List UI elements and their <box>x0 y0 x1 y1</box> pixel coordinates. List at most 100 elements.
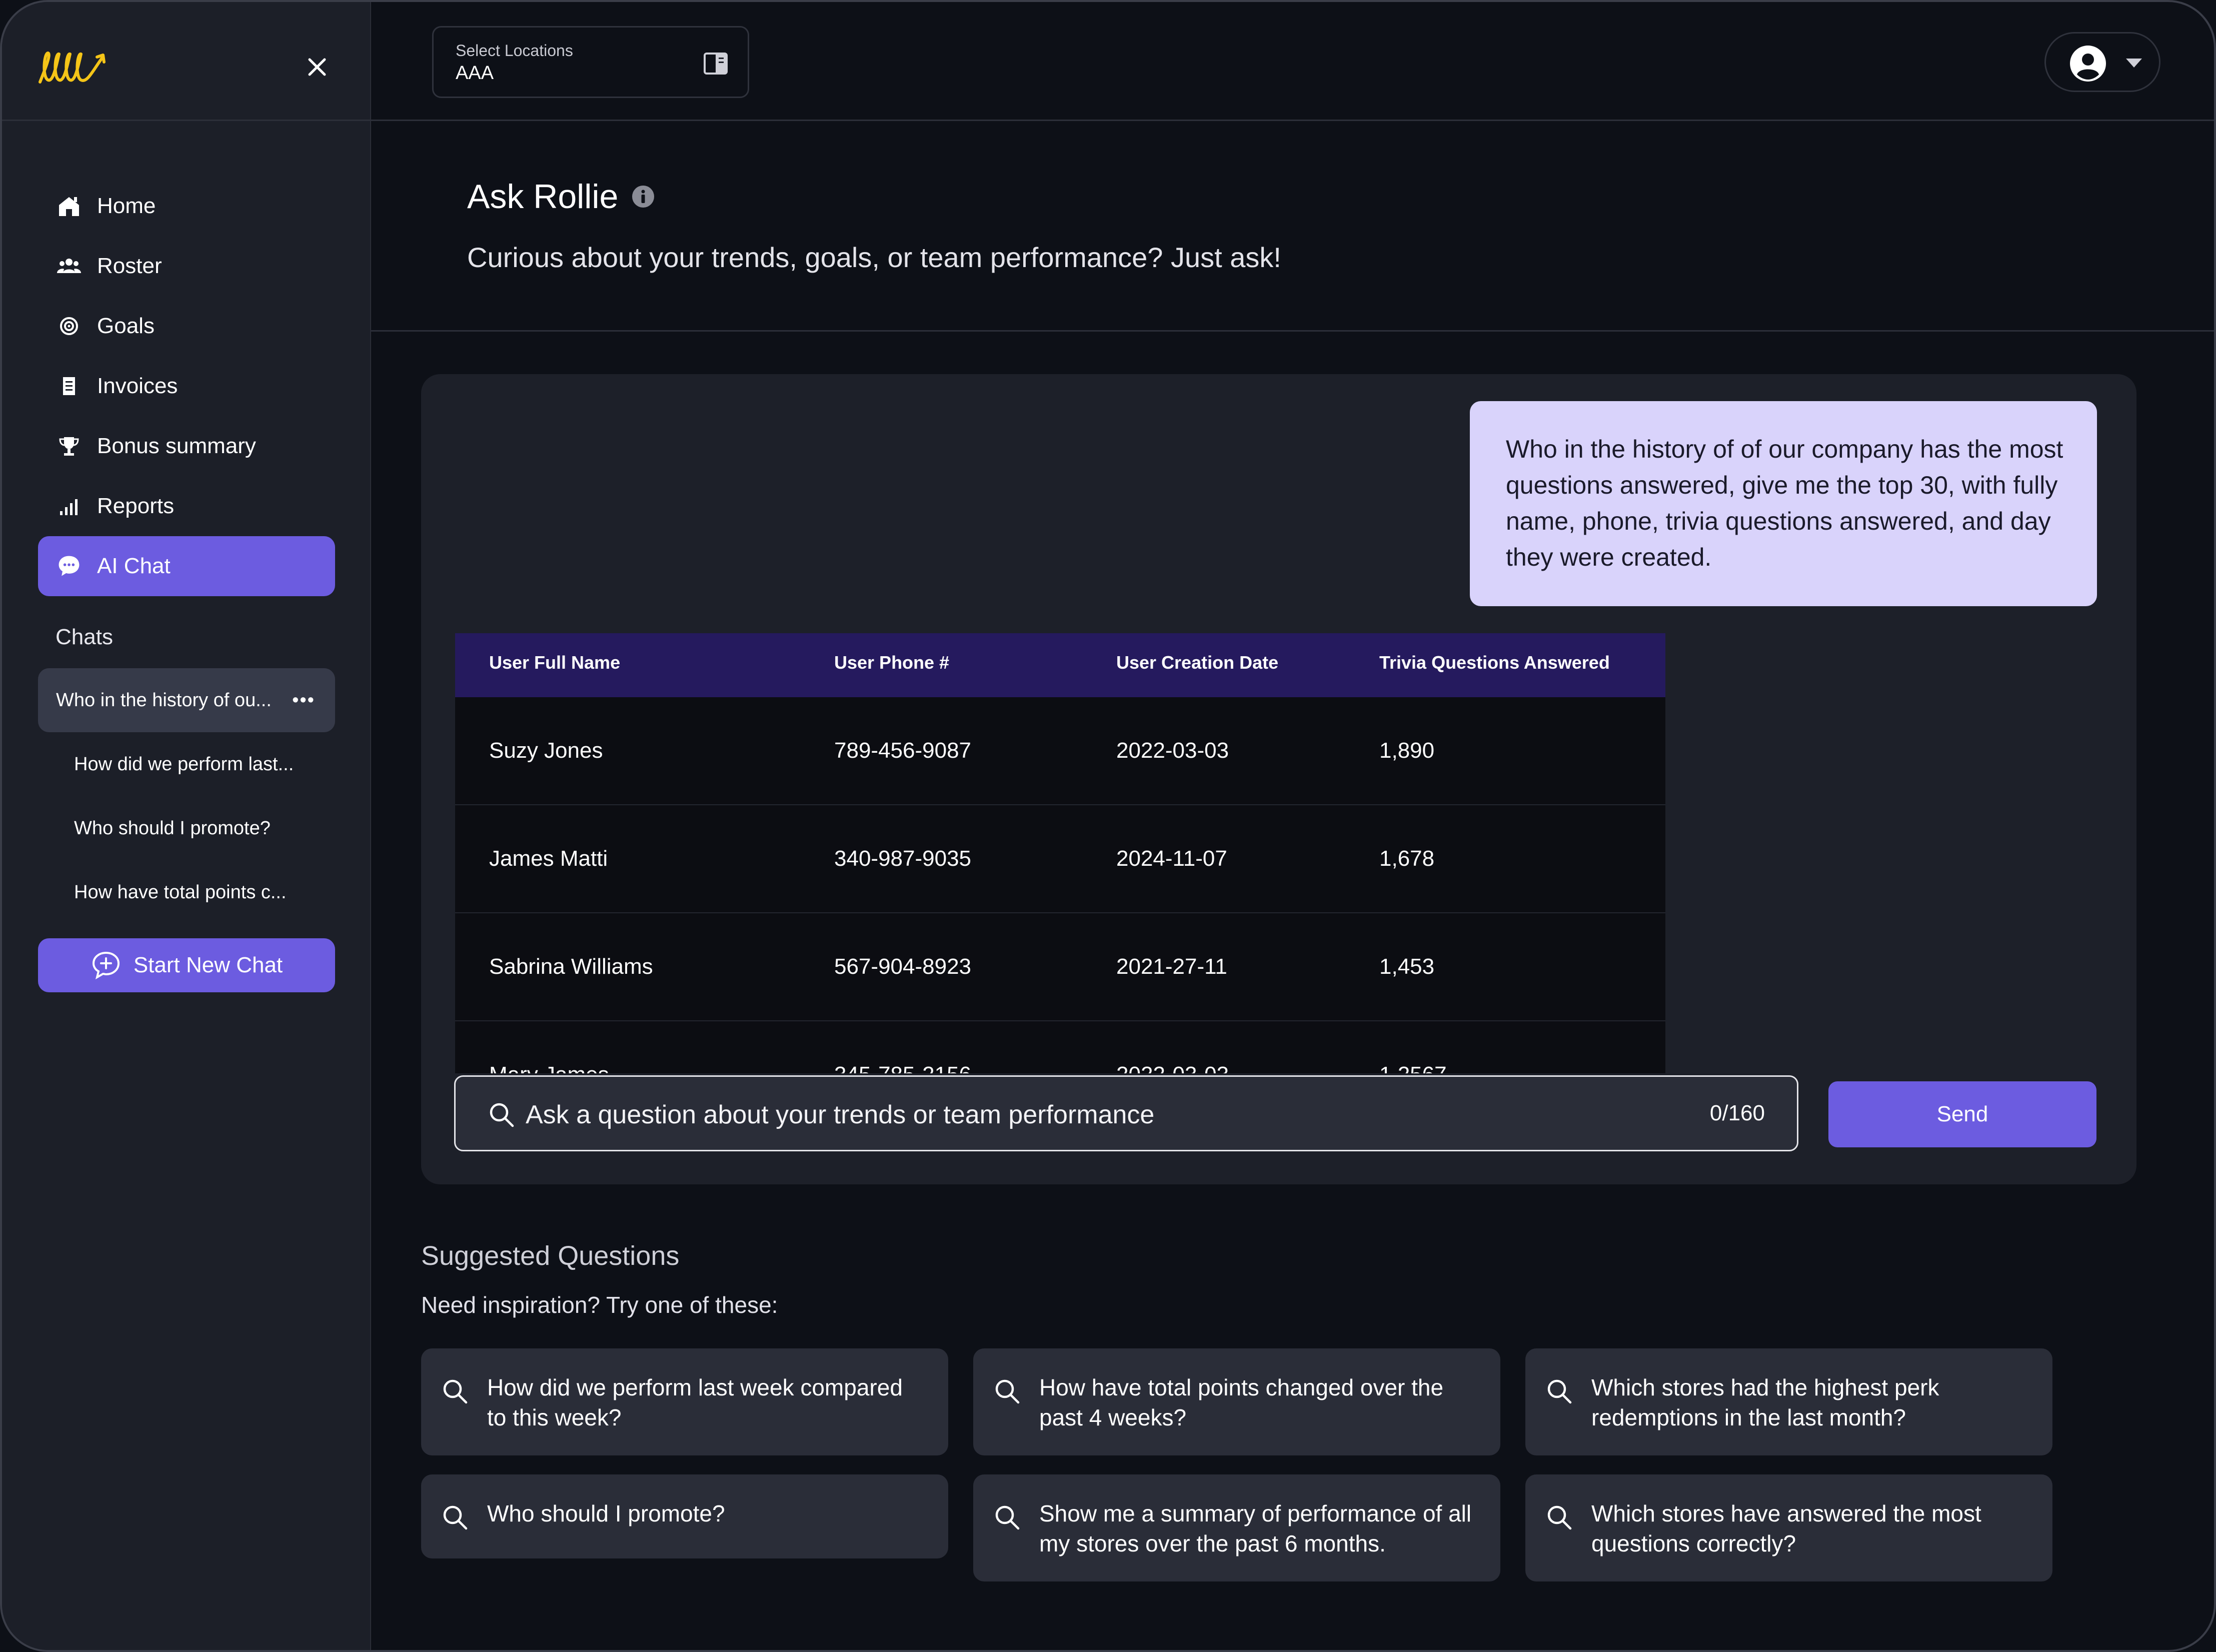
character-counter: 0/160 <box>1709 1101 1765 1125</box>
sidebar-nav: Home Roster Goals Invoices Bonus summary… <box>38 176 335 596</box>
top-bar: Select Locations AAA <box>371 2 2214 121</box>
table-cell: Mary James <box>489 1062 609 1073</box>
chats-heading: Chats <box>56 625 113 649</box>
start-new-chat-button[interactable]: Start New Chat <box>38 938 335 992</box>
suggested-question-card[interactable]: Which stores had the highest perk redemp… <box>1525 1348 2052 1455</box>
suggested-question-text: How have total points changed over the p… <box>1039 1374 1444 1430</box>
user-message-bubble: Who in the history of of our company has… <box>1470 401 2097 606</box>
user-avatar-icon <box>2070 46 2106 82</box>
table-cell: 340-987-9035 <box>834 846 972 871</box>
table-cell: James Matti <box>489 846 608 871</box>
nav-item-reports[interactable]: Reports <box>38 476 335 536</box>
panel-toggle-icon <box>704 53 728 75</box>
trophy-icon <box>56 433 82 459</box>
suggested-question-card[interactable]: Who should I promote? <box>421 1474 948 1558</box>
suggested-question-card[interactable]: How have total points changed over the p… <box>973 1348 1500 1455</box>
column-header[interactable]: User Phone # <box>834 652 949 673</box>
question-input[interactable]: Ask a question about your trends or team… <box>454 1075 1798 1151</box>
invoice-icon <box>56 373 82 399</box>
suggested-question-text: Show me a summary of performance of all … <box>1039 1500 1472 1556</box>
search-icon <box>443 1379 468 1404</box>
column-header[interactable]: Trivia Questions Answered <box>1379 652 1610 673</box>
home-icon <box>56 193 82 219</box>
page-title: Ask Rollie <box>467 177 655 216</box>
chat-history-item[interactable]: How have total points c... <box>38 860 335 924</box>
table-cell: 345-785-2156 <box>834 1062 971 1073</box>
nav-label: Invoices <box>97 374 178 398</box>
chat-history-item[interactable]: How did we perform last... <box>38 732 335 796</box>
table-cell: 2021-27-11 <box>1116 954 1227 979</box>
table-cell: 1,453 <box>1379 954 1435 979</box>
table-row: Mary James 345-785-2156 2022-03-03 1,256… <box>455 1021 1665 1073</box>
user-menu[interactable] <box>2044 32 2160 92</box>
divider <box>371 330 2214 332</box>
suggested-question-text: Which stores had the highest perk redemp… <box>1591 1374 1939 1430</box>
chat-history-list: Who in the history of ou... ••• How did … <box>38 668 335 924</box>
search-icon <box>1547 1505 1572 1530</box>
table-cell: Suzy Jones <box>489 738 603 763</box>
search-icon <box>995 1505 1020 1530</box>
suggested-question-card[interactable]: Show me a summary of performance of all … <box>973 1474 1500 1581</box>
nav-item-ai-chat[interactable]: AI Chat <box>38 536 335 596</box>
suggested-question-card[interactable]: Which stores have answered the most ques… <box>1525 1474 2052 1581</box>
table-cell: 1,678 <box>1379 846 1435 871</box>
nav-label: Goals <box>97 314 155 338</box>
chat-history-label: Who should I promote? <box>74 817 271 839</box>
nav-item-home[interactable]: Home <box>38 176 335 236</box>
new-chat-icon <box>92 951 120 980</box>
app-window: Home Roster Goals Invoices Bonus summary… <box>0 0 2216 1652</box>
chat-history-label: How did we perform last... <box>74 753 294 775</box>
location-label: Select Locations <box>456 42 573 60</box>
suggested-question-text: Which stores have answered the most ques… <box>1591 1500 1981 1556</box>
suggested-question-text: Who should I promote? <box>487 1500 725 1526</box>
table-row: Suzy Jones 789-456-9087 2022-03-03 1,890 <box>455 697 1665 805</box>
start-new-chat-label: Start New Chat <box>133 953 283 977</box>
chat-history-label: How have total points c... <box>74 881 287 903</box>
search-icon <box>1547 1379 1572 1404</box>
nav-item-bonus-summary[interactable]: Bonus summary <box>38 416 335 476</box>
chat-history-label: Who in the history of ou... <box>56 689 272 711</box>
target-icon <box>56 313 82 339</box>
table-row: James Matti 340-987-9035 2024-11-07 1,67… <box>455 805 1665 913</box>
table-row: Sabrina Williams 567-904-8923 2021-27-11… <box>455 913 1665 1021</box>
suggested-question-text: How did we perform last week compared to… <box>487 1374 903 1430</box>
info-icon[interactable] <box>631 185 655 209</box>
chat-bubble-icon <box>56 553 82 579</box>
table-cell: 2024-11-07 <box>1116 846 1227 871</box>
close-icon <box>308 58 326 76</box>
location-select[interactable]: Select Locations AAA <box>432 26 749 98</box>
nav-item-goals[interactable]: Goals <box>38 296 335 356</box>
close-sidebar-button[interactable] <box>302 52 332 82</box>
table-cell: 2022-03-03 <box>1116 1062 1229 1073</box>
suggested-questions-subtitle: Need inspiration? Try one of these: <box>421 1292 778 1318</box>
nav-label: Roster <box>97 254 162 278</box>
column-header[interactable]: User Full Name <box>489 652 620 673</box>
page-title-text: Ask Rollie <box>467 178 619 216</box>
table-cell: 2022-03-03 <box>1116 738 1229 763</box>
send-button[interactable]: Send <box>1828 1081 2096 1147</box>
search-icon <box>995 1379 1020 1404</box>
search-icon <box>490 1103 514 1127</box>
input-placeholder: Ask a question about your trends or team… <box>526 1100 1155 1129</box>
table-cell: 789-456-9087 <box>834 738 972 763</box>
bar-chart-icon <box>56 493 82 519</box>
table-cell: 1,2567 <box>1379 1062 1447 1073</box>
nav-item-roster[interactable]: Roster <box>38 236 335 296</box>
chat-history-item[interactable]: Who in the history of ou... ••• <box>38 668 335 732</box>
more-options-icon[interactable]: ••• <box>292 690 315 711</box>
page-subtitle: Curious about your trends, goals, or tea… <box>467 242 1281 273</box>
table-cell: 1,890 <box>1379 738 1435 763</box>
column-header[interactable]: User Creation Date <box>1116 652 1278 673</box>
table-header: User Full Name User Phone # User Creatio… <box>455 633 1665 697</box>
results-table: User Full Name User Phone # User Creatio… <box>455 633 1665 1073</box>
nav-item-invoices[interactable]: Invoices <box>38 356 335 416</box>
logo-icon <box>39 52 106 84</box>
chat-history-item[interactable]: Who should I promote? <box>38 796 335 860</box>
users-icon <box>56 253 82 279</box>
sidebar: Home Roster Goals Invoices Bonus summary… <box>2 2 371 1650</box>
search-icon <box>443 1505 468 1530</box>
table-cell: 567-904-8923 <box>834 954 972 979</box>
chevron-down-icon <box>2126 59 2142 68</box>
nav-label: Home <box>97 194 156 218</box>
suggested-question-card[interactable]: How did we perform last week compared to… <box>421 1348 948 1455</box>
